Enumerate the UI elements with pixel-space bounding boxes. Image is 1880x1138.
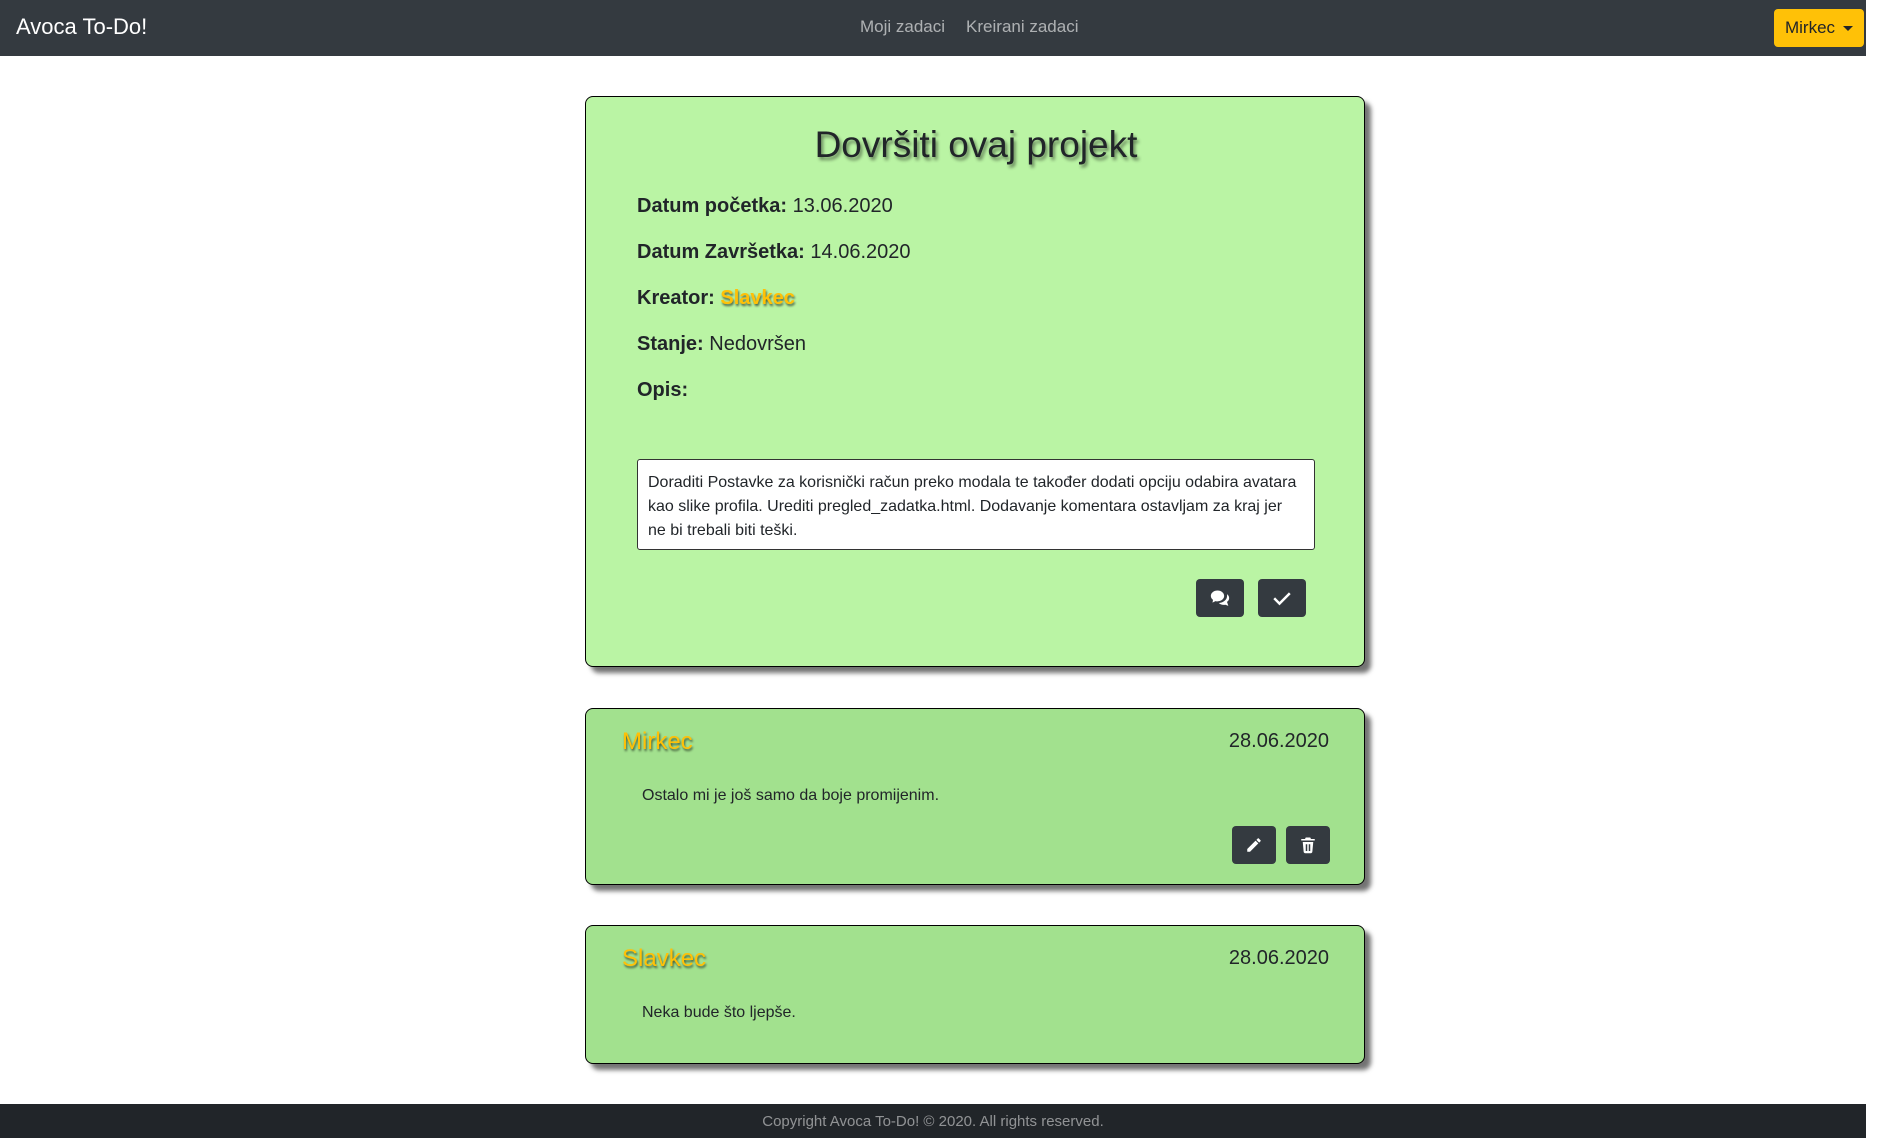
nav-links: Moji zadaci Kreirani zadaci [860, 17, 1079, 37]
top-navbar: Avoca To-Do! Moji zadaci Kreirani zadaci… [0, 0, 1866, 56]
start-date-label: Datum početka: [637, 195, 788, 217]
delete-comment-button[interactable] [1286, 826, 1330, 864]
field-description: Opis: [637, 379, 688, 402]
nav-link-kreirani-zadaci[interactable]: Kreirani zadaci [966, 17, 1078, 37]
creator-label: Kreator: [637, 287, 715, 309]
status-value: Nedovršen [709, 333, 806, 355]
brand-logo[interactable]: Avoca To-Do! [16, 14, 147, 40]
creator-link[interactable]: Slavkec [720, 287, 795, 309]
task-card: Dovršiti ovaj projekt Datum početka: 13.… [585, 96, 1365, 667]
comment-text: Ostalo mi je još samo da boje promijenim… [642, 787, 940, 804]
end-date-value: 14.06.2020 [810, 241, 911, 263]
comment-author[interactable]: Slavkec [622, 945, 706, 973]
user-menu-label: Mirkec [1784, 18, 1836, 37]
comment-text: Neka bude što ljepše. [642, 1004, 796, 1021]
trash-icon [1301, 837, 1315, 854]
comment-card: Slavkec 28.06.2020 Neka bude što ljepše. [585, 925, 1365, 1064]
comment-button[interactable] [1196, 579, 1244, 617]
status-label: Stanje: [637, 333, 704, 355]
comment-card: Mirkec 28.06.2020 Ostalo mi je još samo … [585, 708, 1365, 885]
comment-author[interactable]: Mirkec [622, 728, 693, 756]
start-date-value: 13.06.2020 [792, 195, 893, 217]
comment-date: 28.06.2020 [1228, 947, 1329, 969]
nav-link-moji-zadaci[interactable]: Moji zadaci [860, 17, 945, 37]
comments-icon [1210, 590, 1230, 606]
copyright-text: Copyright Avoca To-Do! © 2020. All right… [762, 1112, 1104, 1130]
comment-date: 28.06.2020 [1228, 730, 1329, 752]
user-menu-button[interactable]: Mirkec [1774, 9, 1864, 47]
pencil-icon [1247, 838, 1261, 852]
field-creator: Kreator: Slavkec [637, 287, 795, 310]
field-end-date: Datum Završetka: 14.06.2020 [637, 241, 911, 264]
field-status: Stanje: Nedovršen [637, 333, 806, 356]
description-label: Opis: [637, 379, 689, 401]
field-start-date: Datum početka: 13.06.2020 [637, 195, 893, 218]
caret-down-icon [1843, 25, 1854, 31]
end-date-label: Datum Završetka: [637, 241, 805, 263]
footer: Copyright Avoca To-Do! © 2020. All right… [0, 1104, 1866, 1138]
task-title: Dovršiti ovaj projekt [814, 124, 1138, 165]
description-box: Doraditi Postavke za korisnički račun pr… [637, 459, 1315, 550]
check-icon [1273, 592, 1291, 606]
complete-button[interactable] [1258, 579, 1306, 617]
edit-comment-button[interactable] [1232, 826, 1276, 864]
